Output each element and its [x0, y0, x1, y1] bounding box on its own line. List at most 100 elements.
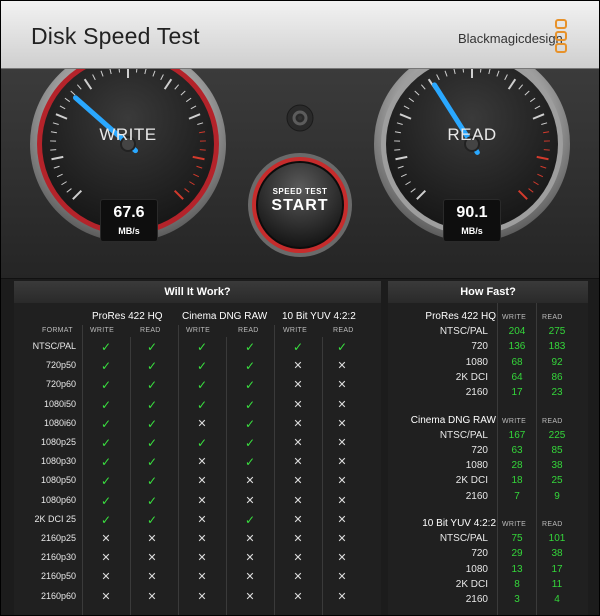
cross-icon: ✕ — [337, 533, 347, 545]
check-icon: ✓ — [146, 455, 158, 470]
how-fast-write-value: 136 — [508, 341, 526, 353]
check-icon: ✓ — [146, 436, 158, 450]
format-label: 1080i50 — [43, 398, 76, 409]
cross-icon: ✕ — [147, 590, 157, 603]
how-fast-write-value: 8 — [514, 578, 520, 590]
cross-icon: ✕ — [147, 552, 157, 565]
how-fast-write-value: 18 — [511, 475, 523, 487]
how-fast-format: NTSC/PAL — [439, 533, 488, 544]
format-label: NTSC/PAL — [32, 341, 76, 351]
write-gauge-label: WRITE — [99, 125, 157, 144]
format-label: 2160p50 — [40, 571, 76, 582]
cross-icon: ✕ — [337, 552, 347, 565]
how-fast-format: 720 — [471, 341, 488, 353]
cross-icon: ✕ — [245, 590, 255, 603]
cross-icon: ✕ — [245, 475, 255, 488]
check-icon: ✓ — [146, 474, 158, 489]
how-fast-write-value: 28 — [511, 460, 523, 472]
how-fast-format: 1080 — [465, 563, 488, 575]
group-prores-422-hq: ProRes 422 HQ — [92, 311, 163, 322]
read-speed-unit: MB/s — [461, 226, 483, 236]
check-icon: ✓ — [146, 378, 158, 393]
check-icon: ✓ — [244, 340, 256, 354]
how-fast-write-header: WRITE — [502, 417, 527, 425]
check-icon: ✓ — [100, 512, 112, 527]
settings-button[interactable] — [286, 104, 314, 132]
write-speed-value: 67.6 — [113, 204, 145, 221]
read-gauge-label: READ — [447, 125, 497, 144]
how-fast-read-value: 85 — [551, 444, 563, 456]
how-fast-format: 720 — [471, 548, 488, 560]
cross-icon: ✕ — [197, 417, 207, 430]
check-icon: ✓ — [244, 378, 256, 393]
cross-icon: ✕ — [197, 494, 207, 507]
check-icon: ✓ — [100, 416, 112, 431]
cross-icon: ✕ — [337, 360, 347, 373]
start-button-label: START — [271, 197, 329, 214]
brand-name: Blackmagicdesign — [458, 31, 563, 46]
check-icon: ✓ — [100, 397, 112, 412]
how-fast-write-value: 13 — [511, 563, 523, 575]
cross-icon: ✕ — [337, 398, 347, 411]
cross-icon: ✕ — [293, 590, 303, 603]
cross-icon: ✕ — [197, 590, 207, 603]
cross-icon: ✕ — [245, 494, 255, 507]
cross-icon: ✕ — [245, 533, 255, 545]
cross-icon: ✕ — [101, 590, 111, 603]
how-fast-format: NTSC/PAL — [439, 326, 488, 337]
how-fast-section-title: 10 Bit YUV 4:2:2 — [422, 518, 496, 529]
how-fast-write-value: 64 — [511, 371, 523, 383]
format-label: 2160p60 — [40, 590, 76, 601]
cross-icon: ✕ — [293, 571, 303, 584]
cross-icon: ✕ — [197, 513, 207, 526]
results-area: Will It Work? ProRes 422 HQ Cinema DNG R… — [1, 279, 599, 615]
how-fast-panel: How Fast? ProRes 422 HQ WRITE READ NTSC/PAL… — [388, 281, 588, 615]
how-fast-read-value: 23 — [551, 387, 563, 399]
check-icon: ✓ — [146, 397, 158, 412]
yuv-write-header: WRITE — [283, 327, 308, 334]
how-fast-format: 2160 — [465, 594, 488, 606]
how-fast-read-value: 11 — [551, 578, 563, 590]
how-fast-read-header: READ — [542, 417, 563, 425]
how-fast-read-value: 38 — [551, 460, 563, 472]
format-label: 2160p30 — [40, 552, 76, 563]
cross-icon: ✕ — [197, 456, 207, 469]
cross-icon: ✕ — [245, 571, 255, 584]
how-fast-read-value: 38 — [551, 548, 563, 560]
how-fast-read-value: 275 — [548, 326, 566, 337]
cross-icon: ✕ — [337, 571, 347, 584]
how-fast-write-value: 3 — [514, 594, 520, 606]
check-icon: ✓ — [100, 493, 112, 508]
how-fast-read-value: 92 — [551, 356, 563, 368]
how-fast-read-value: 4 — [554, 594, 560, 606]
how-fast-read-value: 101 — [548, 533, 566, 544]
check-icon: ✓ — [100, 359, 112, 374]
check-icon: ✓ — [196, 397, 208, 412]
cross-icon: ✕ — [293, 494, 303, 507]
how-fast-section-title: Cinema DNG RAW — [410, 414, 496, 426]
cross-icon: ✕ — [293, 533, 303, 545]
group-cinema-dng-raw: Cinema DNG RAW — [182, 311, 268, 322]
how-fast-read-value: 9 — [554, 490, 560, 502]
format-label: 2160p25 — [40, 533, 76, 543]
how-fast-format: 720 — [471, 444, 488, 456]
check-icon: ✓ — [292, 340, 304, 354]
cross-icon: ✕ — [337, 513, 347, 526]
check-icon: ✓ — [196, 340, 208, 354]
cross-icon: ✕ — [293, 456, 303, 469]
cross-icon: ✕ — [245, 552, 255, 565]
check-icon: ✓ — [244, 512, 256, 527]
check-icon: ✓ — [196, 436, 208, 450]
format-label: 1080i60 — [43, 417, 76, 428]
how-fast-write-value: 75 — [511, 533, 523, 544]
how-fast-read-value: 225 — [548, 429, 566, 441]
dng-read-header: READ — [238, 327, 259, 334]
cross-icon: ✕ — [197, 475, 207, 488]
disk-speed-test-window: Disk Speed Test Blackmagicdesign WRITE 6… — [0, 0, 600, 616]
format-column-header: FORMAT — [42, 327, 73, 334]
cross-icon: ✕ — [101, 571, 111, 584]
cross-icon: ✕ — [337, 379, 347, 392]
how-fast-title: How Fast? — [388, 281, 588, 303]
how-fast-read-value: 183 — [548, 341, 566, 353]
check-icon: ✓ — [244, 436, 256, 450]
